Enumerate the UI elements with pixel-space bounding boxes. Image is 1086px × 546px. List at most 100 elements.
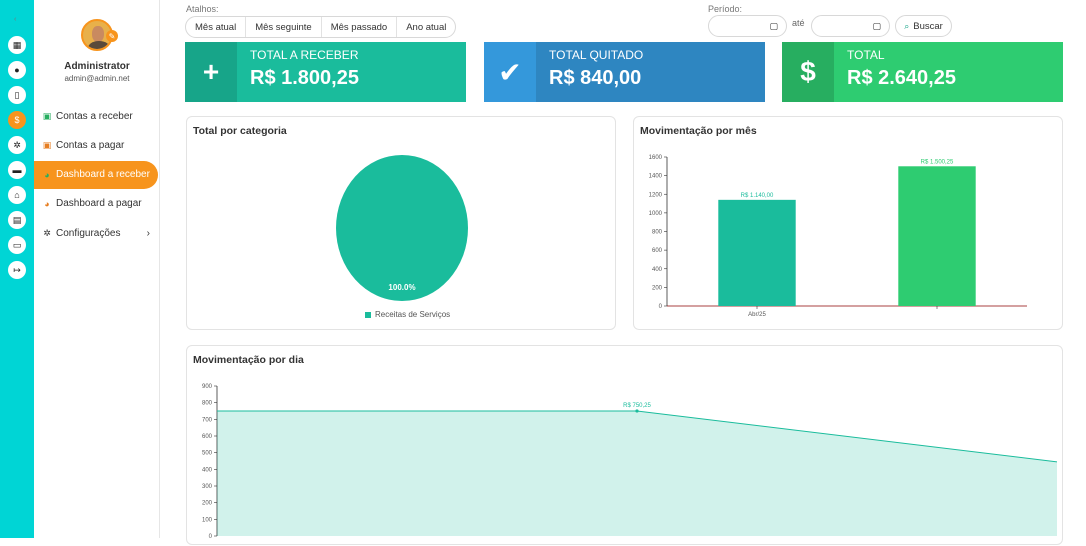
plus-icon: + xyxy=(185,42,237,102)
date-start-input[interactable]: ▢ xyxy=(708,15,787,37)
data-point[interactable] xyxy=(635,409,639,413)
sidebar-item-4[interactable]: ✲ Configurações › xyxy=(34,219,158,247)
point-value-label: R$ 750,25 xyxy=(623,403,651,409)
file-icon: ▤ xyxy=(12,214,22,225)
y-tick-label: 500 xyxy=(202,451,213,457)
y-tick-label: 1000 xyxy=(649,211,663,217)
main-content: Atalhos: Mês atual Mês seguinte Mês passad… xyxy=(160,0,1086,545)
rail-clipboard-button[interactable]: ▯ xyxy=(8,86,26,104)
shortcut-button-2[interactable]: Mês passado xyxy=(322,17,398,37)
search-icon: ⌕ xyxy=(904,20,910,31)
y-tick-label: 0 xyxy=(659,304,663,310)
rail-logout-button[interactable]: ↦ xyxy=(8,261,26,279)
users-icon: ● xyxy=(14,65,20,75)
y-tick-label: 300 xyxy=(202,484,213,490)
user-email: admin@admin.net xyxy=(64,74,130,83)
pie-legend[interactable]: Receitas de Serviços xyxy=(365,310,450,319)
between-label: até xyxy=(792,18,805,28)
edit-avatar-icon[interactable]: ✎ xyxy=(106,30,118,42)
rail-home-button[interactable]: ⌂ xyxy=(8,186,26,204)
bar-value-label: R$ 1.500,25 xyxy=(921,159,954,165)
card-title: TOTAL QUITADO xyxy=(549,48,644,62)
period-label: Período: xyxy=(708,4,743,14)
monitor-icon: ▭ xyxy=(12,239,22,250)
gears-icon: ✲ xyxy=(43,227,51,238)
summary-card-2: $ TOTAL R$ 2.640,25 xyxy=(782,42,1063,102)
dollar-icon: $ xyxy=(14,115,20,125)
rail-archive-button[interactable]: ▬ xyxy=(8,161,26,179)
bar-value-label: R$ 1.140,00 xyxy=(741,193,774,199)
category-panel: Total por categoria 100.0% Receitas de S… xyxy=(186,116,616,330)
sidebar-item-1[interactable]: ▣ Contas a pagar xyxy=(34,131,158,159)
calendar-icon: ▢ xyxy=(872,20,881,31)
y-tick-label: 400 xyxy=(202,467,213,473)
y-tick-label: 200 xyxy=(202,501,213,507)
y-tick-label: 600 xyxy=(202,434,213,440)
pie-icon: ◕ xyxy=(44,198,50,209)
search-button[interactable]: ⌕ Buscar xyxy=(895,15,952,37)
card-value: R$ 840,00 xyxy=(549,67,642,89)
y-tick-label: 400 xyxy=(652,267,663,273)
rail-dollar-button[interactable]: $ xyxy=(8,111,26,129)
bar[interactable] xyxy=(898,166,976,306)
shortcut-button-0[interactable]: Mês atual xyxy=(186,17,247,37)
y-tick-label: 900 xyxy=(202,384,213,390)
y-tick-label: 0 xyxy=(209,534,213,540)
pie-slice[interactable] xyxy=(336,155,468,301)
category-pie-chart: 100.0% xyxy=(336,155,468,301)
logout-icon: ↦ xyxy=(13,264,21,275)
home-icon: ⌂ xyxy=(14,190,20,200)
y-tick-label: 700 xyxy=(202,417,213,423)
sidebar-item-label: Dashboard a pagar xyxy=(56,198,142,210)
pie-icon: ◕ xyxy=(44,169,50,180)
sidebar-item-label: Dashboard a receber xyxy=(56,169,150,181)
shortcut-button-3[interactable]: Ano atual xyxy=(397,17,455,37)
card-value: R$ 1.800,25 xyxy=(250,67,359,89)
chevron-right-icon: › xyxy=(146,227,150,239)
money-icon: ▣ xyxy=(42,110,52,121)
shortcut-group: Mês atual Mês seguinte Mês passado Ano atua… xyxy=(185,16,457,38)
sidebar-item-3[interactable]: ◕ Dashboard a pagar xyxy=(34,190,158,218)
gears-icon: ✲ xyxy=(13,139,21,150)
day-area-chart: 0 100 200 300 400 500 600 700 800 900 R$ 750,25 xyxy=(202,384,1058,540)
sidebar-item-label: Contas a pagar xyxy=(56,139,125,151)
y-tick-label: 800 xyxy=(202,401,213,407)
legend-label: Receitas de Serviços xyxy=(375,310,451,319)
month-bar-chart: 0 200 400 600 800 1000 1200 1400 1600 R$ 1.140,00… xyxy=(649,155,1027,318)
legend-swatch xyxy=(365,311,371,318)
archive-icon: ▬ xyxy=(12,165,22,175)
rail-users-button[interactable]: ● xyxy=(8,61,26,79)
sidebar: ✎ Administrator admin@admin.net ▣ Contas … xyxy=(34,0,160,538)
summary-card-0: + TOTAL A RECEBER R$ 1.800,25 xyxy=(185,42,466,102)
pie-slice-label: 100.0% xyxy=(388,283,415,292)
sidebar-item-2[interactable]: ◕ Dashboard a receber xyxy=(34,160,158,189)
date-end-input[interactable]: ▢ xyxy=(811,15,890,37)
shortcut-button-1[interactable]: Mês seguinte xyxy=(246,17,322,37)
rail-gears-button[interactable]: ✲ xyxy=(8,136,26,154)
rail-monitor-button[interactable]: ▭ xyxy=(8,236,26,254)
month-panel: Movimentação por mês 0 200 400 600 800 1000 12… xyxy=(633,116,1063,330)
y-tick-label: 800 xyxy=(652,230,663,236)
collapse-icon[interactable]: ‹ xyxy=(14,16,16,23)
calendar-icon: ▢ xyxy=(769,20,778,31)
sidebar-item-0[interactable]: ▣ Contas a receber xyxy=(34,102,158,130)
check-icon: ✔ xyxy=(484,42,536,102)
rail-calendar-button[interactable]: ▦ xyxy=(8,36,26,54)
area-fill xyxy=(217,410,1057,536)
card-title: TOTAL xyxy=(847,48,885,62)
sidebar-item-label: Contas a receber xyxy=(56,110,133,122)
user-name: Administrator xyxy=(64,61,130,72)
y-tick-label: 200 xyxy=(652,285,663,291)
y-tick-label: 100 xyxy=(202,517,213,523)
summary-card-1: ✔ TOTAL QUITADO R$ 840,00 xyxy=(484,42,765,102)
y-tick-label: 1400 xyxy=(649,174,663,180)
day-panel: Movimentação por dia 0 100 200 300 400 500 600… xyxy=(186,345,1063,545)
y-tick-label: 1200 xyxy=(649,192,663,198)
y-tick-label: 1600 xyxy=(649,155,663,161)
bar[interactable] xyxy=(718,199,796,306)
x-tick-label: Abr/25 xyxy=(748,312,766,318)
calendar-icon: ▦ xyxy=(12,39,22,50)
rail-file-button[interactable]: ▤ xyxy=(8,211,26,229)
dollar-icon: $ xyxy=(782,42,834,102)
clipboard-icon: ▯ xyxy=(14,89,20,100)
